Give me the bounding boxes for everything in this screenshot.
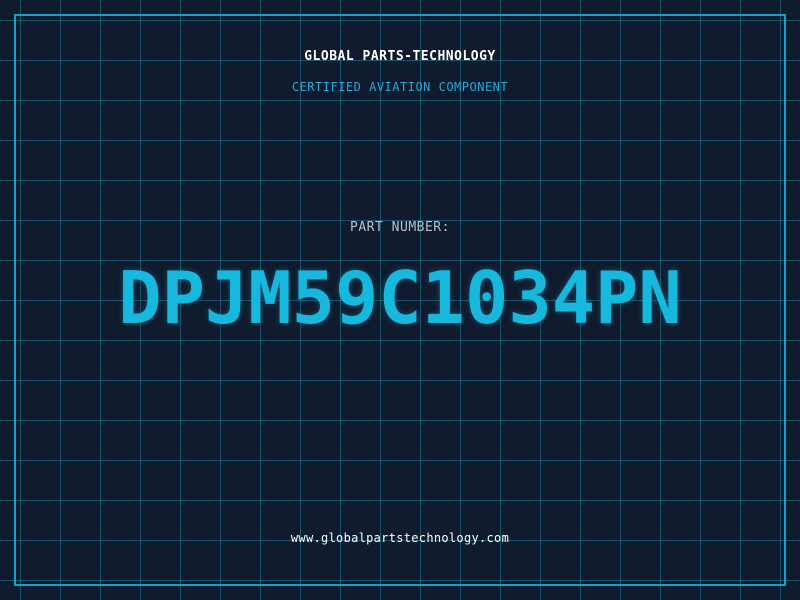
part-number-value: DPJM59C1034PN xyxy=(118,256,682,340)
part-number-label: PART NUMBER: xyxy=(350,220,450,235)
website-url: www.globalpartstechnology.com xyxy=(290,531,510,545)
certification-subtitle: CERTIFIED AVIATION COMPONENT xyxy=(291,80,509,94)
company-name: GLOBAL PARTS-TECHNOLOGY xyxy=(304,49,496,64)
